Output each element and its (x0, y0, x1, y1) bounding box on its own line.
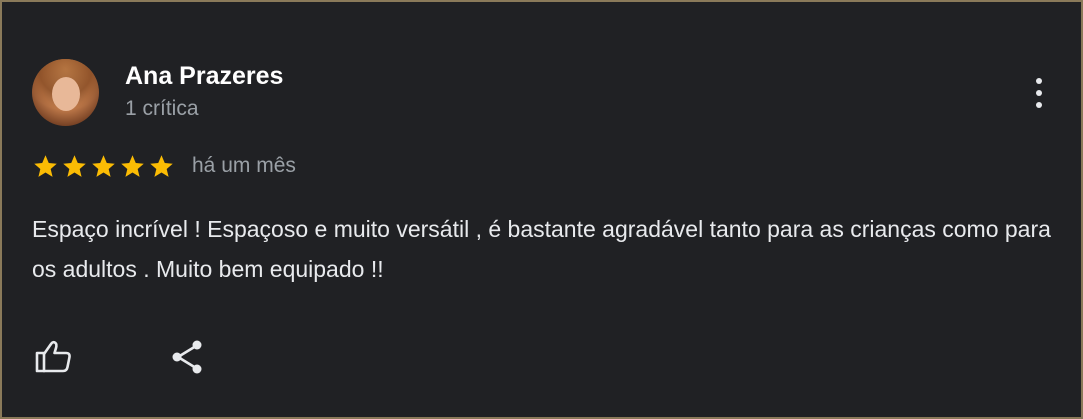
author-name[interactable]: Ana Prazeres (125, 62, 283, 91)
share-button[interactable] (166, 335, 210, 379)
review-date: há um mês (192, 154, 296, 177)
more-vert-icon-dot (1036, 102, 1042, 108)
star-icon (121, 155, 144, 177)
avatar-face (52, 77, 80, 111)
review-text: Espaço incrível ! Espaçoso e muito versá… (32, 216, 1051, 282)
more-vert-icon-dot (1036, 90, 1042, 96)
author-reviews-count: 1 crítica (125, 97, 199, 120)
thumb-up-icon (35, 340, 71, 373)
star-icon (63, 155, 86, 177)
star-icon (34, 155, 57, 177)
star-icon (92, 155, 115, 177)
like-button[interactable] (32, 335, 76, 379)
review-card: Ana Prazeres 1 crítica há um mês Espaço … (0, 0, 1083, 419)
star-icon (150, 155, 173, 177)
author-avatar[interactable] (32, 59, 99, 126)
more-options-button[interactable] (1024, 72, 1054, 114)
more-vert-icon-dot (1036, 78, 1042, 84)
rating-stars (32, 153, 175, 181)
share-icon (172, 340, 202, 374)
